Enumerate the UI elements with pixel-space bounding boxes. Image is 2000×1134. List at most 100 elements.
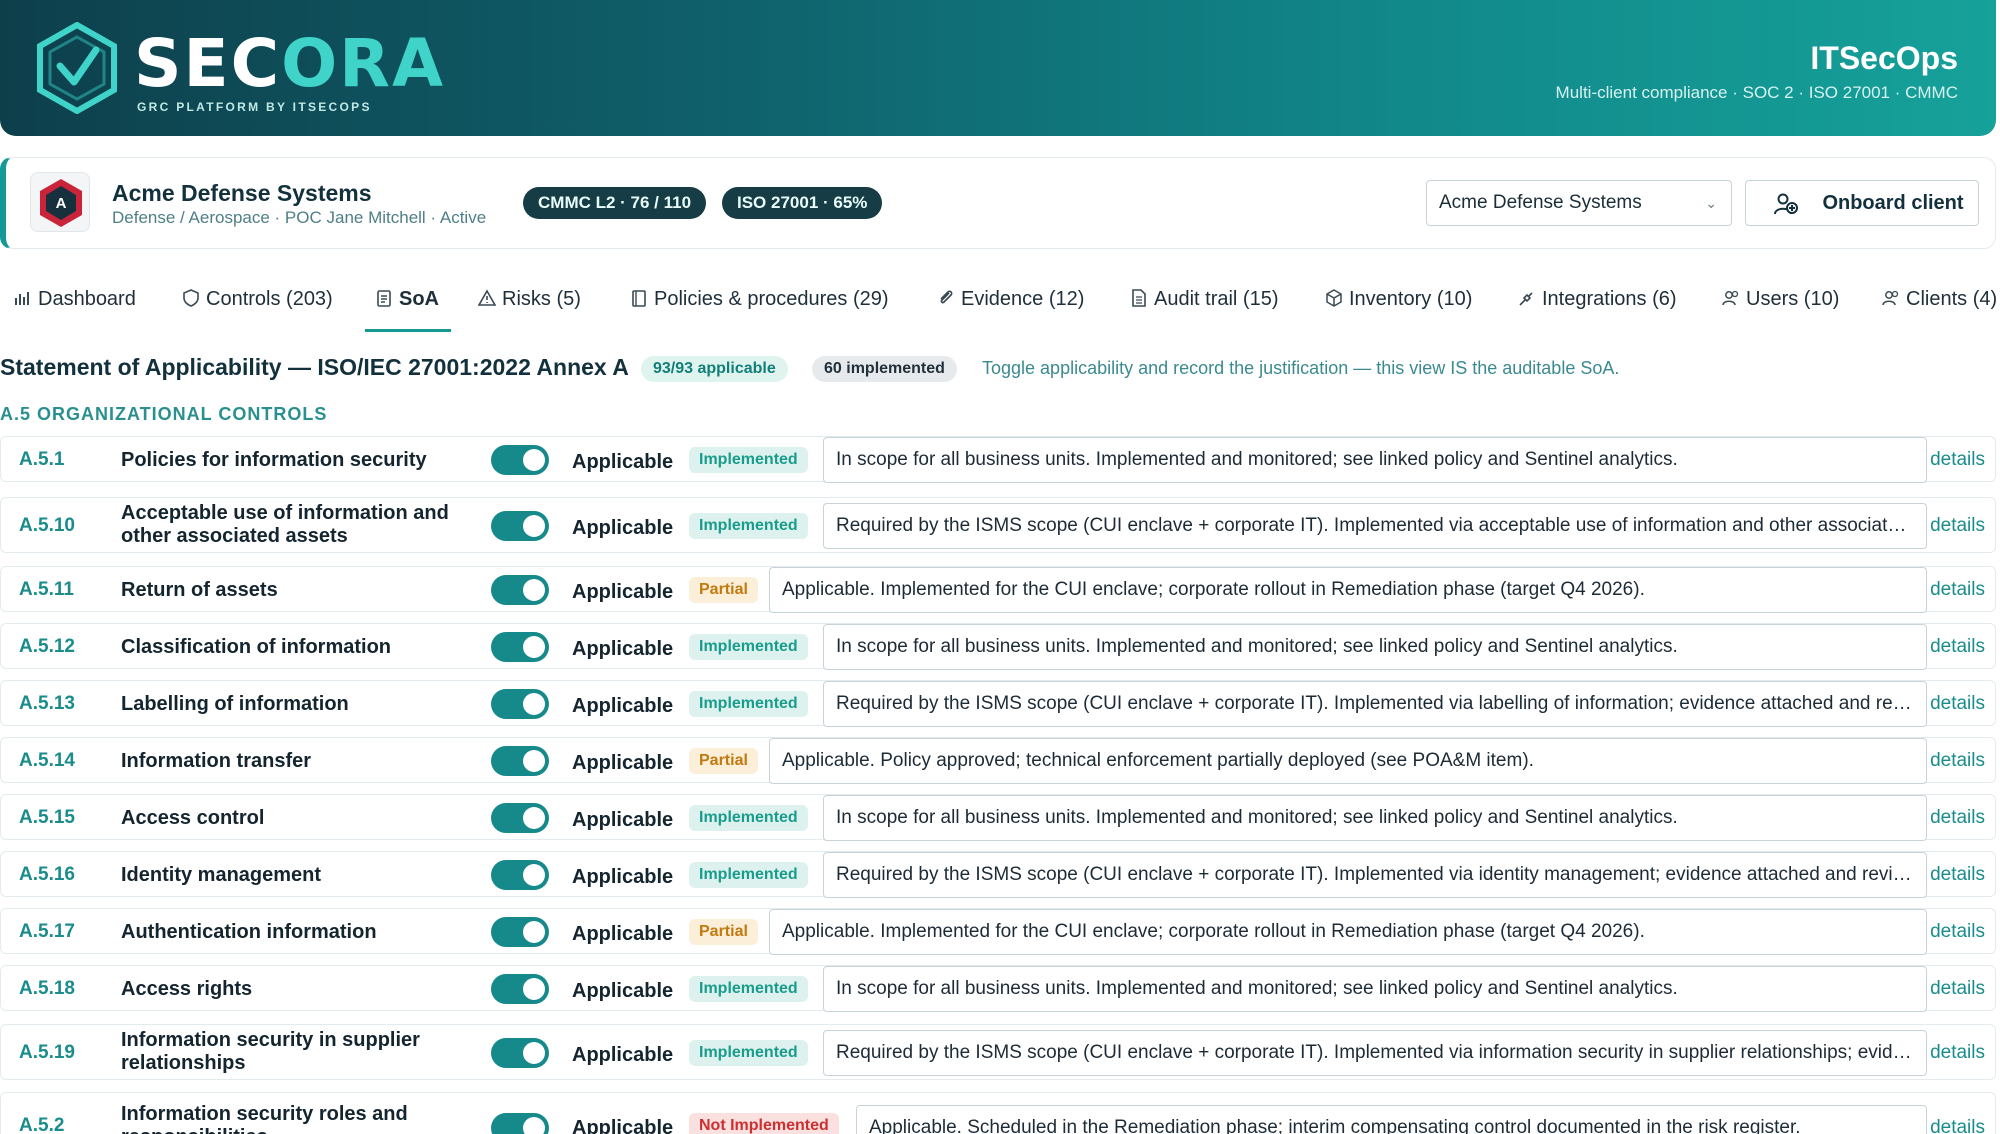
- book-icon: [632, 290, 646, 307]
- details-link[interactable]: details: [1930, 978, 1985, 1000]
- applicable-label: Applicable: [572, 451, 674, 473]
- table-row: A.5.19 Information security in supplier …: [0, 1024, 1996, 1080]
- details-link[interactable]: details: [1930, 515, 1985, 537]
- add-user-icon: [1774, 193, 1798, 215]
- control-name: Labelling of information: [121, 693, 349, 715]
- shield-check-logo-icon: [37, 22, 117, 114]
- client-card: A Acme Defense Systems Defense / Aerospa…: [0, 157, 1996, 249]
- applicable-label: Applicable: [572, 809, 674, 831]
- logo-wordmark: SECORA: [134, 25, 446, 102]
- details-link[interactable]: details: [1930, 921, 1985, 943]
- tab-inventory[interactable]: Inventory (10): [1325, 270, 1472, 332]
- tab-policies[interactable]: Policies & procedures (29): [630, 270, 889, 332]
- tab-label: Clients (4): [1906, 288, 1998, 310]
- paperclip-icon: [940, 290, 953, 304]
- control-id: A.5.19: [19, 1042, 75, 1063]
- tab-label: Inventory (10): [1349, 288, 1473, 310]
- applicability-toggle[interactable]: [491, 917, 549, 947]
- client-hexagon-icon: A: [40, 179, 82, 227]
- justification-input[interactable]: [823, 795, 1927, 841]
- client-select[interactable]: Acme Defense Systems ⌄: [1426, 180, 1732, 226]
- control-id: A.5.14: [19, 750, 75, 771]
- tab-users[interactable]: Users (10): [1722, 270, 1839, 332]
- tab-audit-trail[interactable]: Audit trail (15): [1130, 270, 1279, 332]
- applicability-toggle[interactable]: [491, 632, 549, 662]
- justification-input[interactable]: [769, 909, 1927, 955]
- details-link[interactable]: details: [1930, 750, 1985, 772]
- tab-evidence[interactable]: Evidence (12): [937, 270, 1084, 332]
- details-link[interactable]: details: [1930, 693, 1985, 715]
- details-link[interactable]: details: [1930, 636, 1985, 658]
- justification-input[interactable]: [823, 503, 1927, 549]
- justification-input[interactable]: [823, 681, 1927, 727]
- control-name: Access rights: [121, 978, 253, 1000]
- status-badge: Implemented: [689, 447, 808, 473]
- applicability-toggle[interactable]: [491, 1113, 549, 1134]
- control-name: Information security in supplier relatio…: [121, 1029, 420, 1074]
- plug-icon: [1519, 292, 1533, 306]
- tab-soa[interactable]: SoA: [365, 270, 451, 332]
- applicability-toggle[interactable]: [491, 689, 549, 719]
- applicability-toggle[interactable]: [491, 860, 549, 890]
- soa-title: Statement of Applicability — ISO/IEC 270…: [0, 354, 629, 380]
- applicability-toggle[interactable]: [491, 445, 549, 475]
- applicable-label: Applicable: [572, 638, 674, 660]
- clipboard-icon: [377, 290, 391, 307]
- table-row: A.5.16 Identity management Applicable Im…: [0, 851, 1996, 898]
- tab-dashboard[interactable]: Dashboard: [14, 270, 136, 332]
- justification-input[interactable]: [769, 567, 1927, 613]
- applicable-count-badge: 93/93 applicable: [641, 356, 788, 382]
- applicability-toggle[interactable]: [491, 803, 549, 833]
- client-meta: Defense / Aerospace · POC Jane Mitchell …: [112, 208, 487, 227]
- control-id: A.5.11: [19, 579, 74, 600]
- control-name: Policies for information security: [121, 449, 427, 471]
- tab-risks[interactable]: Risks (5): [478, 270, 581, 332]
- applicability-toggle[interactable]: [491, 575, 549, 605]
- tab-integrations[interactable]: Integrations (6): [1518, 270, 1677, 332]
- table-row: A.5.13 Labelling of information Applicab…: [0, 680, 1996, 727]
- applicability-toggle[interactable]: [491, 974, 549, 1004]
- tab-label: Dashboard: [38, 288, 136, 310]
- status-badge: Implemented: [689, 691, 808, 717]
- tab-label: Users (10): [1746, 288, 1840, 310]
- soa-header: Statement of Applicability — ISO/IEC 270…: [0, 352, 2000, 386]
- details-link[interactable]: details: [1930, 1042, 1985, 1064]
- tab-controls[interactable]: Controls (203): [182, 270, 333, 332]
- applicable-label: Applicable: [572, 980, 674, 1002]
- tab-label: SoA: [399, 288, 439, 310]
- justification-input[interactable]: [769, 738, 1927, 784]
- control-name: Return of assets: [121, 579, 278, 601]
- details-link[interactable]: details: [1930, 449, 1985, 471]
- section-title: A.5 ORGANIZATIONAL CONTROLS: [0, 404, 328, 424]
- justification-input[interactable]: [823, 437, 1927, 483]
- tab-label: Evidence (12): [961, 288, 1085, 310]
- applicable-label: Applicable: [572, 1044, 674, 1066]
- control-id: A.5.13: [19, 693, 75, 714]
- tab-clients[interactable]: Clients (4): [1882, 270, 1997, 332]
- client-avatar-letter: A: [56, 195, 67, 212]
- control-id: A.5.16: [19, 864, 75, 885]
- justification-input[interactable]: [823, 852, 1927, 898]
- details-link[interactable]: details: [1930, 579, 1985, 601]
- details-link[interactable]: details: [1930, 1117, 1985, 1134]
- applicability-toggle[interactable]: [491, 511, 549, 541]
- details-link[interactable]: details: [1930, 864, 1985, 886]
- justification-input[interactable]: [856, 1105, 1927, 1134]
- applicable-label: Applicable: [572, 517, 674, 539]
- onboard-client-button[interactable]: Onboard client: [1745, 180, 1979, 226]
- justification-input[interactable]: [823, 966, 1927, 1012]
- company-tagline: Multi-client compliance · SOC 2 · ISO 27…: [1555, 83, 1958, 102]
- status-badge: Implemented: [689, 634, 808, 660]
- justification-input[interactable]: [823, 624, 1927, 670]
- status-badge: Implemented: [689, 862, 808, 888]
- applicability-toggle[interactable]: [491, 746, 549, 776]
- table-row: A.5.15 Access control Applicable Impleme…: [0, 794, 1996, 841]
- details-link[interactable]: details: [1930, 807, 1985, 829]
- status-badge: Implemented: [689, 1040, 808, 1066]
- iso-badge: ISO 27001 · 65%: [722, 187, 883, 219]
- justification-input[interactable]: [823, 1030, 1927, 1076]
- client-name: Acme Defense Systems: [112, 180, 372, 206]
- applicability-toggle[interactable]: [491, 1038, 549, 1068]
- table-row: A.5.2 Information security roles and res…: [0, 1092, 1996, 1134]
- warning-icon: [478, 289, 496, 306]
